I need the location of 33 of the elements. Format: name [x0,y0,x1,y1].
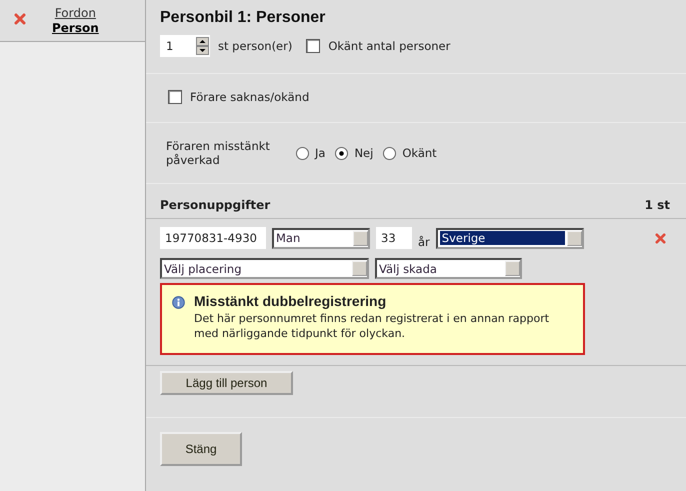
placement-select[interactable]: Välj placering [160,258,369,279]
age-field[interactable]: 33 [376,227,412,249]
person-count-spinner[interactable]: 1 [160,35,210,57]
radio-button[interactable] [335,146,348,160]
close-icon[interactable] [14,13,26,25]
spinner-arrows-icon[interactable] [196,37,209,55]
alert-title: Misstänkt dubbelregistrering [194,293,388,309]
radio-label: Nej [354,146,374,160]
id-number-field[interactable]: 19770831-4930 [160,227,266,249]
injury-select[interactable]: Välj skada [375,258,522,279]
close-button[interactable]: Stäng [160,432,242,466]
sidebar-link[interactable]: Person [52,21,99,36]
question-label: Föraren misstänkt påverkad [166,139,271,167]
sidebar-link[interactable]: Fordon [54,6,96,21]
radio-label: Okänt [402,146,437,160]
radio-button[interactable] [383,146,396,160]
add-person-button[interactable]: Lägg till person [160,371,293,395]
radio-button[interactable] [296,146,309,160]
page-title: Personbil 1: Personer [160,9,326,27]
delete-icon[interactable] [655,232,666,244]
driver-missing-checkbox[interactable] [168,90,182,104]
alert-message: Det här personnumret finns redan registrerat i en annan rapport med närliggande tidpunkt för olyckan. [194,311,550,341]
checkbox-label: Okänt antal personer [328,39,450,53]
info-icon [172,296,185,309]
country-select[interactable]: Sverige [436,228,584,248]
person-count-unit: st person(er) [218,39,292,53]
person-count: 1 st [644,198,670,212]
radio-label: Ja [315,146,326,160]
age-unit: år [418,235,430,249]
section-title: Personuppgifter [160,198,270,212]
checkbox-label: Förare saknas/okänd [190,90,310,104]
unknown-count-checkbox[interactable] [306,39,320,53]
gender-select[interactable]: Man [272,228,370,248]
